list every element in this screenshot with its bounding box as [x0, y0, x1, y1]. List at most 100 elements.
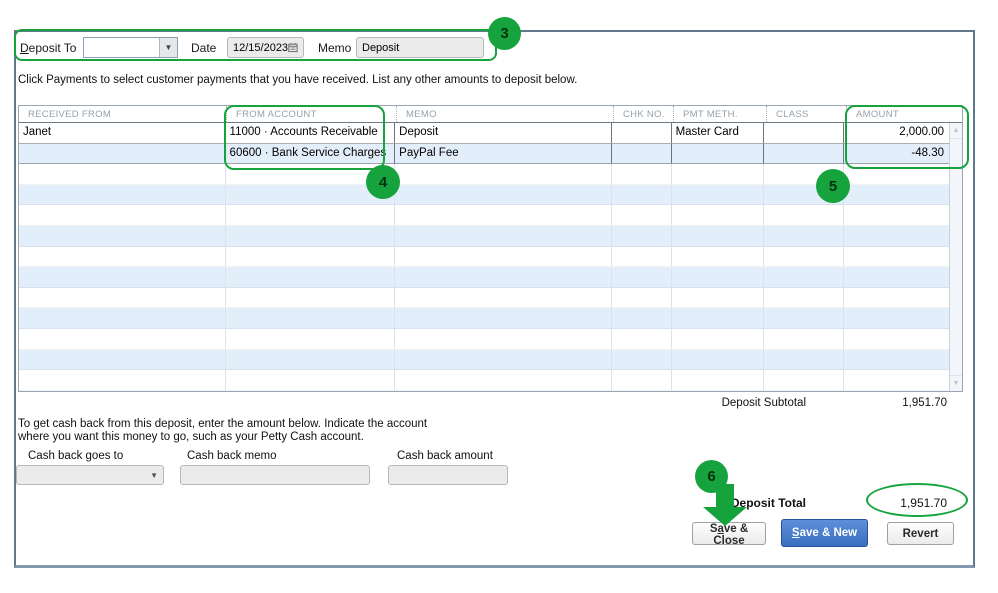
grid-cell[interactable] [226, 267, 396, 287]
grid-cell[interactable] [672, 164, 765, 184]
grid-cell[interactable] [395, 246, 612, 267]
grid-cell[interactable] [672, 308, 765, 329]
grid-cell[interactable] [844, 226, 949, 246]
grid-cell[interactable] [226, 205, 396, 226]
grid-cell[interactable] [764, 287, 845, 308]
grid-cell[interactable] [226, 329, 396, 349]
grid-cell[interactable] [611, 143, 672, 165]
grid-cell[interactable] [19, 164, 226, 184]
grid-cell[interactable] [612, 370, 672, 390]
grid-cell[interactable] [764, 143, 845, 165]
grid-cell[interactable] [612, 329, 672, 349]
grid-cell[interactable] [844, 185, 949, 205]
grid-cell[interactable] [19, 267, 226, 287]
grid-cell[interactable] [844, 308, 949, 328]
grid-cell[interactable] [612, 267, 672, 287]
grid-cell[interactable] [672, 349, 765, 370]
chevron-down-icon[interactable]: ▼ [159, 38, 177, 57]
grid-cell[interactable] [19, 370, 226, 390]
grid-cell[interactable] [672, 287, 765, 308]
grid-cell[interactable] [19, 349, 226, 370]
calendar-icon[interactable] [288, 42, 298, 53]
grid-cell[interactable] [395, 184, 612, 205]
grid-cell[interactable] [844, 205, 949, 225]
grid-cell[interactable] [844, 288, 949, 308]
cashback-amount-field[interactable] [388, 465, 508, 485]
grid-cell[interactable] [612, 308, 672, 329]
grid-cell[interactable]: 60600 · Bank Service Charges [225, 143, 396, 165]
grid-cell[interactable] [19, 226, 226, 246]
grid-cell[interactable]: PayPal Fee [395, 143, 612, 165]
scroll-down-icon[interactable]: ▼ [950, 375, 962, 391]
grid-cell[interactable] [395, 329, 612, 349]
cashback-memo-field[interactable] [180, 465, 370, 485]
grid-column-header[interactable]: RECEIVED FROM [19, 106, 226, 122]
grid-cell[interactable] [764, 308, 845, 329]
grid-column-header[interactable]: PMT METH. [673, 106, 766, 122]
deposit-to-dropdown[interactable]: 100 · Checking ▼ [83, 37, 178, 58]
grid-cell[interactable] [395, 370, 612, 390]
grid-cell[interactable] [612, 349, 672, 370]
grid-column-header[interactable]: CLASS [766, 106, 846, 122]
grid-cell[interactable] [672, 226, 765, 246]
grid-cell[interactable] [19, 308, 226, 329]
cashback-goes-to-dropdown[interactable]: ▼ [16, 465, 164, 485]
grid-cell[interactable] [226, 246, 396, 267]
grid-cell[interactable]: Deposit [395, 123, 612, 144]
grid-cell[interactable] [395, 287, 612, 308]
grid-cell[interactable] [672, 329, 765, 349]
grid-cell[interactable] [395, 164, 612, 184]
grid-cell[interactable] [226, 349, 396, 370]
grid-cell[interactable] [672, 184, 765, 205]
grid-cell[interactable] [19, 184, 226, 205]
grid-cell[interactable] [764, 370, 845, 390]
grid-cell[interactable] [226, 226, 396, 246]
chevron-down-icon[interactable]: ▼ [150, 471, 158, 480]
grid-cell[interactable] [844, 164, 949, 184]
grid-cell[interactable] [226, 287, 396, 308]
grid-cell[interactable] [19, 143, 226, 165]
grid-cell[interactable] [395, 349, 612, 370]
grid-cell[interactable] [612, 226, 672, 246]
grid-cell[interactable] [764, 329, 845, 349]
date-field[interactable]: 12/15/2023 [227, 37, 304, 58]
grid-cell[interactable] [844, 247, 949, 267]
grid-cell[interactable] [19, 329, 226, 349]
grid-cell[interactable] [672, 205, 765, 226]
grid-cell[interactable]: -48.30 [844, 144, 949, 165]
grid-column-header[interactable]: MEMO [396, 106, 613, 122]
grid-cell[interactable] [672, 370, 765, 390]
grid-cell[interactable] [395, 226, 612, 246]
revert-button[interactable]: Revert [887, 522, 954, 545]
grid-cell[interactable]: 2,000.00 [844, 123, 949, 144]
grid-cell[interactable] [764, 267, 845, 287]
grid-cell[interactable] [19, 287, 226, 308]
memo-field[interactable]: Deposit [356, 37, 484, 58]
save-and-close-button[interactable]: Save & Close [692, 522, 766, 547]
grid-cell[interactable] [395, 267, 612, 287]
grid-cell[interactable]: 11000 · Accounts Receivable [225, 123, 396, 144]
grid-column-header[interactable]: AMOUNT [846, 106, 962, 122]
grid-cell[interactable] [612, 205, 672, 226]
grid-column-header[interactable]: FROM ACCOUNT [226, 106, 396, 122]
grid-cell[interactable]: Janet [19, 123, 226, 144]
grid-cell[interactable] [226, 370, 396, 390]
grid-cell[interactable]: Master Card [671, 123, 765, 144]
grid-cell[interactable] [19, 205, 226, 226]
grid-cell[interactable] [844, 370, 949, 390]
grid-cell[interactable] [672, 246, 765, 267]
grid-cell[interactable] [611, 123, 672, 144]
grid-cell[interactable] [395, 205, 612, 226]
grid-cell[interactable] [19, 246, 226, 267]
grid-cell[interactable] [764, 226, 845, 246]
grid-cell[interactable] [764, 349, 845, 370]
save-and-new-button[interactable]: Save & New [781, 519, 868, 547]
grid-cell[interactable] [672, 267, 765, 287]
grid-cell[interactable] [612, 164, 672, 184]
grid-cell[interactable] [764, 205, 845, 226]
grid-cell[interactable] [612, 184, 672, 205]
grid-cell[interactable] [226, 308, 396, 329]
grid-cell[interactable] [844, 329, 949, 349]
grid-cell[interactable] [764, 123, 845, 144]
grid-cell[interactable] [612, 287, 672, 308]
